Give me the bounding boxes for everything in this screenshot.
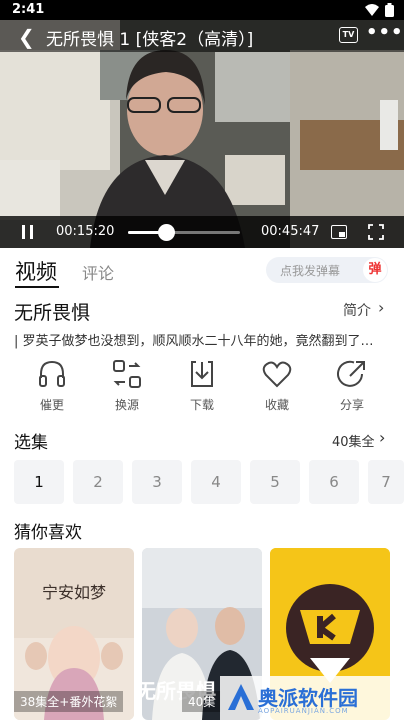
- video-player[interactable]: ❮ 无所畏惧 1 [侠客2（高清）] TV ••• 00:15:20 00:45…: [0, 20, 404, 248]
- video-frame: [0, 20, 404, 248]
- pause-icon[interactable]: [22, 225, 34, 239]
- urge-update-label: 催更: [39, 398, 64, 412]
- episode-button[interactable]: 7: [368, 460, 404, 504]
- switch-source-button[interactable]: 换源: [97, 358, 157, 413]
- chevron-right-icon[interactable]: ›: [379, 428, 385, 447]
- urge-update-button[interactable]: 催更: [22, 358, 82, 413]
- battery-icon: [385, 3, 394, 17]
- danmaku-input[interactable]: 点我发弹幕 弹: [266, 257, 388, 283]
- watermark-logo-icon: [228, 684, 254, 710]
- tab-comments[interactable]: 评论: [82, 260, 114, 284]
- share-button[interactable]: 分享: [322, 358, 382, 413]
- poster-calligraphy: 宁安如梦: [42, 583, 106, 602]
- status-bar: 2:41: [0, 0, 404, 20]
- favorite-label: 收藏: [264, 398, 289, 412]
- download-label: 下载: [189, 398, 214, 412]
- player-title: 无所畏惧 1 [侠客2（高清）]: [46, 30, 254, 50]
- headphones-icon: [39, 360, 65, 387]
- tab-video[interactable]: 视频: [15, 256, 57, 286]
- current-time: 00:15:20: [56, 224, 115, 239]
- more-icon[interactable]: •••: [366, 22, 404, 43]
- progress-knob[interactable]: [157, 224, 175, 241]
- status-time: 2:41: [12, 2, 45, 17]
- show-title: 无所畏惧: [14, 302, 91, 324]
- fullscreen-icon[interactable]: [368, 224, 384, 240]
- back-icon[interactable]: ❮: [18, 25, 35, 49]
- episode-button[interactable]: 4: [191, 460, 241, 504]
- download-button[interactable]: 下载: [172, 358, 232, 413]
- danmaku-placeholder: 点我发弹幕: [280, 264, 341, 278]
- download-icon: [191, 361, 213, 387]
- detail-tabs: 视频 评论 点我发弹幕 弹: [0, 252, 404, 292]
- heart-icon: [262, 361, 292, 388]
- tab-indicator: [15, 286, 59, 288]
- recommend-card[interactable]: 宁安如梦 38集全+番外花絮: [14, 548, 134, 720]
- player-top-bar: ❮ 无所畏惧 1 [侠客2（高清）] TV •••: [0, 20, 404, 52]
- share-label: 分享: [339, 398, 364, 412]
- episodes-count[interactable]: 40集全: [332, 431, 375, 450]
- chevron-right-icon[interactable]: ›: [378, 298, 384, 317]
- intro-link[interactable]: 简介: [343, 300, 371, 320]
- status-icons: [365, 3, 394, 17]
- watermark-subtext: AOPAIRUANJIAN.COM: [258, 707, 349, 715]
- player-controls: 00:15:20 00:45:47: [0, 216, 404, 248]
- progress-track[interactable]: [128, 224, 240, 241]
- switch-source-label: 换源: [114, 398, 139, 412]
- total-time: 00:45:47: [261, 224, 320, 239]
- episode-button[interactable]: 1: [14, 460, 64, 504]
- share-icon: [337, 360, 365, 387]
- show-description: | 罗英子做梦也没想到，顺风顺水二十八年的她，竟然翻到了…: [14, 334, 374, 349]
- card-tag: 38集全+番外花絮: [14, 691, 124, 712]
- episode-button[interactable]: 5: [250, 460, 300, 504]
- wifi-icon: [365, 4, 379, 16]
- danmaku-button[interactable]: 弹: [363, 258, 387, 282]
- watermark: 奥派软件园 AOPAIRUANJIAN.COM: [220, 676, 404, 720]
- episodes-title: 选集: [14, 433, 48, 453]
- episode-list: 1 2 3 4 5 6 7: [14, 460, 404, 504]
- favorite-button[interactable]: 收藏: [247, 358, 307, 413]
- episode-button[interactable]: 3: [132, 460, 182, 504]
- episode-button[interactable]: 6: [309, 460, 359, 504]
- episode-button[interactable]: 2: [73, 460, 123, 504]
- action-row: 催更 换源 下载 收藏 分享: [0, 358, 404, 420]
- card-tag: 40集: [182, 691, 222, 712]
- switch-source-icon: [113, 360, 141, 388]
- recommend-title: 猜你喜欢: [14, 523, 82, 543]
- pip-icon[interactable]: [331, 225, 347, 239]
- tv-cast-icon[interactable]: TV: [339, 27, 358, 43]
